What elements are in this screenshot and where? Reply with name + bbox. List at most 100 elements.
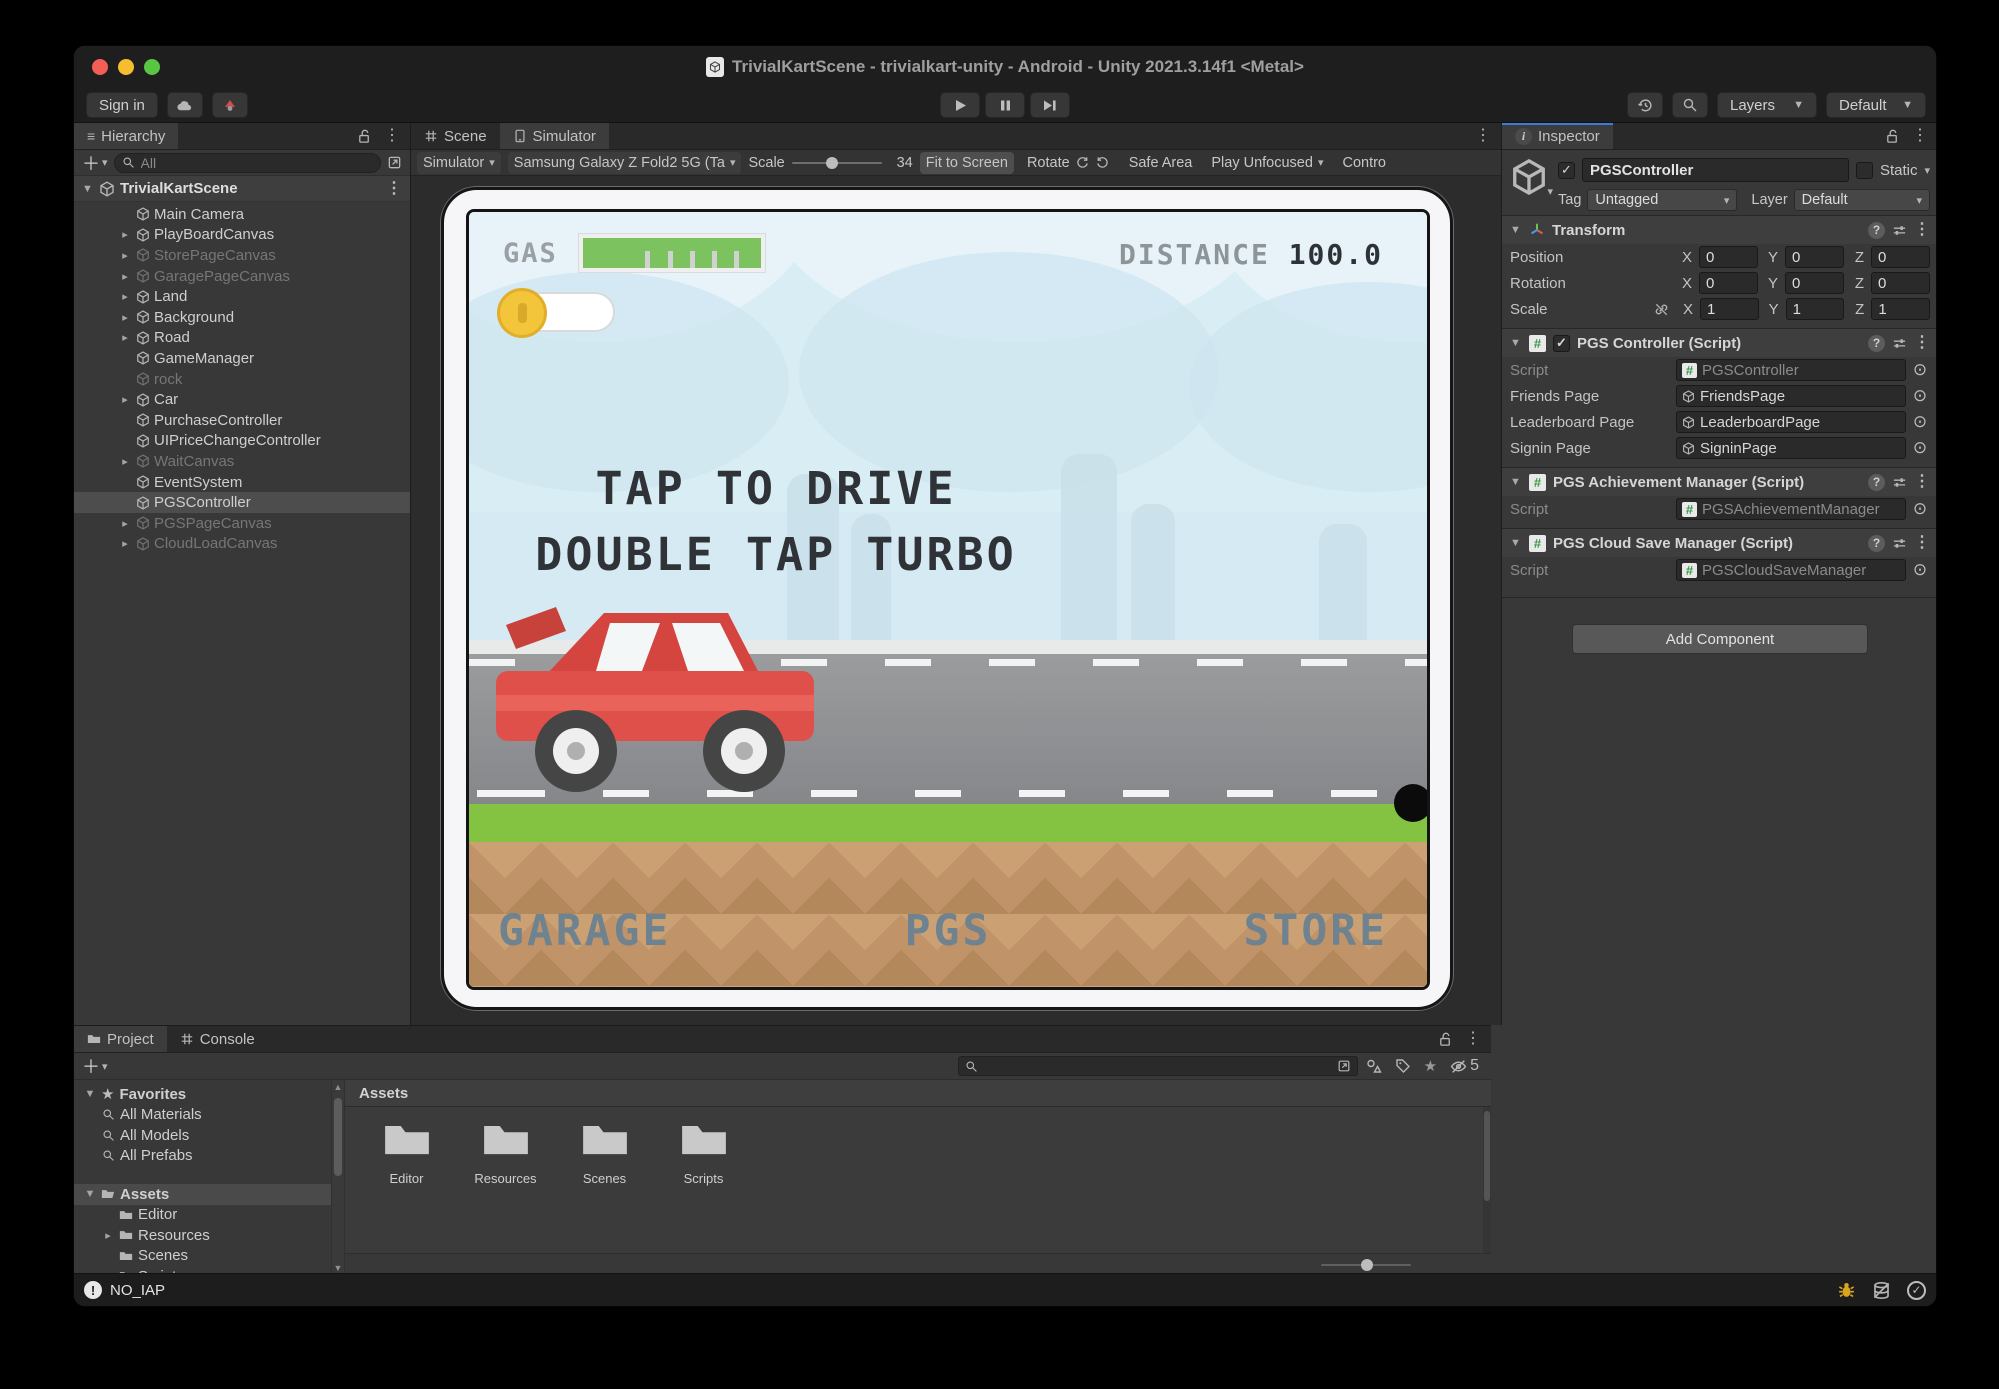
hierarchy-item[interactable]: ▸GameManager xyxy=(74,348,410,369)
tab-simulator[interactable]: Simulator xyxy=(500,123,609,149)
component-header[interactable]: ▼ # PGS Cloud Save Manager (Script) ? ⋮ xyxy=(1502,529,1937,557)
component-menu-icon[interactable]: ⋮ xyxy=(1914,535,1930,551)
project-tree-scrollbar[interactable]: ▲ ▼ xyxy=(331,1080,345,1275)
hierarchy-item[interactable]: ▸UIPriceChangeController xyxy=(74,431,410,452)
play-button[interactable] xyxy=(940,92,980,118)
folder-tile[interactable]: Scenes xyxy=(557,1115,652,1186)
add-component-button[interactable]: Add Component xyxy=(1572,624,1868,654)
hierarchy-item[interactable]: ▸Main Camera xyxy=(74,204,410,225)
foldout-icon[interactable]: ▼ xyxy=(1510,476,1522,488)
favorites-filter-icon[interactable]: ★ xyxy=(1424,1057,1437,1075)
search-window-icon[interactable] xyxy=(387,155,402,170)
panel-menu-icon[interactable]: ⋮ xyxy=(384,128,400,144)
expand-arrow-icon[interactable]: ▸ xyxy=(118,290,132,303)
favorites-item[interactable]: All Materials xyxy=(74,1105,331,1126)
signin-page-field[interactable]: SigninPage xyxy=(1676,437,1906,459)
rotation-x-field[interactable]: 0 xyxy=(1699,272,1758,294)
foldout-icon[interactable]: ▼ xyxy=(84,1188,96,1200)
lock-icon[interactable] xyxy=(357,129,372,144)
folder-tile[interactable]: Resources xyxy=(458,1115,553,1186)
position-z-field[interactable]: 0 xyxy=(1871,246,1930,268)
presets-icon[interactable] xyxy=(1892,475,1907,490)
constrain-proportions-icon[interactable] xyxy=(1654,302,1669,317)
expand-arrow-icon[interactable]: ▸ xyxy=(118,331,132,344)
transform-header[interactable]: ▼ Transform ? ⋮ xyxy=(1502,216,1937,244)
tab-console[interactable]: Console xyxy=(167,1026,268,1052)
foldout-icon[interactable]: ▼ xyxy=(84,1088,96,1100)
gameobject-name-field[interactable] xyxy=(1582,158,1849,182)
lock-icon[interactable] xyxy=(1885,129,1900,144)
tree-folder[interactable]: ▸Resources xyxy=(74,1225,331,1246)
expand-arrow-icon[interactable]: ▸ xyxy=(118,311,132,324)
rotate-left-icon[interactable] xyxy=(1075,155,1090,170)
expand-arrow-icon[interactable]: ▸ xyxy=(118,228,132,241)
assets-scrollbar[interactable] xyxy=(1483,1107,1491,1253)
coin-toggle[interactable] xyxy=(503,292,615,332)
panel-menu-icon[interactable]: ⋮ xyxy=(1465,1031,1481,1047)
hierarchy-item-selected[interactable]: ▸PGSController xyxy=(74,492,410,513)
hierarchy-item[interactable]: ▸CloudLoadCanvas xyxy=(74,534,410,555)
undo-history-button[interactable] xyxy=(1627,92,1663,118)
gameobject-big-icon[interactable]: ▾ xyxy=(1510,158,1550,198)
sign-in-button[interactable]: Sign in xyxy=(86,92,158,118)
script-field[interactable]: #PGSController xyxy=(1676,359,1906,381)
object-picker-icon[interactable]: ⊙ xyxy=(1910,360,1930,380)
scrollbar-thumb[interactable] xyxy=(334,1098,342,1176)
store-button[interactable]: STORE xyxy=(1244,906,1388,956)
type-filter-icon[interactable] xyxy=(1366,1058,1382,1074)
expand-arrow-icon[interactable]: ▸ xyxy=(102,1229,114,1242)
simulator-mode-dropdown[interactable]: Simulator▾ xyxy=(417,152,501,174)
scale-z-field[interactable]: 1 xyxy=(1871,298,1930,320)
hierarchy-item[interactable]: ▸rock xyxy=(74,369,410,390)
panel-menu-icon[interactable]: ⋮ xyxy=(1912,128,1928,144)
component-enabled-checkbox[interactable]: ✓ xyxy=(1553,335,1570,352)
safe-area-button[interactable]: Safe Area xyxy=(1123,152,1199,174)
presets-icon[interactable] xyxy=(1892,536,1907,551)
project-search-input[interactable] xyxy=(983,1057,1332,1075)
static-checkbox[interactable] xyxy=(1856,162,1873,179)
leaderboard-page-field[interactable]: LeaderboardPage xyxy=(1676,411,1906,433)
step-button[interactable] xyxy=(1030,92,1070,118)
create-gameobject-button[interactable]: ＋▾ xyxy=(82,150,108,176)
hierarchy-item[interactable]: ▸PGSPageCanvas xyxy=(74,513,410,534)
script-field[interactable]: #PGSCloudSaveManager xyxy=(1676,559,1906,581)
rotation-z-field[interactable]: 0 xyxy=(1871,272,1930,294)
object-picker-icon[interactable]: ⊙ xyxy=(1910,499,1930,519)
hierarchy-item[interactable]: ▸PurchaseController xyxy=(74,410,410,431)
rotate-right-icon[interactable] xyxy=(1095,155,1110,170)
search-window-icon[interactable] xyxy=(1337,1059,1351,1073)
search-everywhere-button[interactable] xyxy=(1672,92,1708,118)
help-icon[interactable]: ? xyxy=(1868,335,1885,352)
hidden-items-toggle[interactable]: 5 xyxy=(1450,1057,1479,1075)
foldout-icon[interactable]: ▼ xyxy=(1510,537,1522,549)
layout-dropdown[interactable]: Default▼ xyxy=(1826,92,1926,118)
hierarchy-item[interactable]: ▸Road xyxy=(74,328,410,349)
version-control-button[interactable] xyxy=(212,92,248,118)
tree-folder[interactable]: ▸Editor xyxy=(74,1205,331,1226)
cache-server-icon[interactable] xyxy=(1872,1281,1891,1300)
hierarchy-item[interactable]: ▸StorePageCanvas xyxy=(74,245,410,266)
scene-menu-icon[interactable]: ⋮ xyxy=(386,181,402,197)
presets-icon[interactable] xyxy=(1892,336,1907,351)
component-menu-icon[interactable]: ⋮ xyxy=(1914,474,1930,490)
position-x-field[interactable]: 0 xyxy=(1699,246,1758,268)
hierarchy-item[interactable]: ▸EventSystem xyxy=(74,472,410,493)
expand-arrow-icon[interactable]: ▸ xyxy=(118,517,132,530)
cloud-services-button[interactable] xyxy=(167,92,203,118)
presets-icon[interactable] xyxy=(1892,223,1907,238)
object-picker-icon[interactable]: ⊙ xyxy=(1910,438,1930,458)
tab-inspector[interactable]: i Inspector xyxy=(1502,123,1613,149)
expand-arrow-icon[interactable]: ▸ xyxy=(118,455,132,468)
tab-hierarchy[interactable]: ≡ Hierarchy xyxy=(74,123,178,149)
expand-arrow-icon[interactable]: ▸ xyxy=(118,537,132,550)
hierarchy-item[interactable]: ▸Car xyxy=(74,389,410,410)
hierarchy-item[interactable]: ▸Background xyxy=(74,307,410,328)
expand-arrow-icon[interactable]: ▸ xyxy=(118,249,132,262)
expand-arrow-icon[interactable]: ▸ xyxy=(118,270,132,283)
script-field[interactable]: #PGSAchievementManager xyxy=(1676,498,1906,520)
object-picker-icon[interactable]: ⊙ xyxy=(1910,412,1930,432)
hierarchy-item[interactable]: ▸GaragePageCanvas xyxy=(74,266,410,287)
status-message[interactable]: NO_IAP xyxy=(110,1282,165,1299)
hierarchy-item[interactable]: ▸PlayBoardCanvas xyxy=(74,225,410,246)
tag-dropdown[interactable]: Untagged▾ xyxy=(1587,189,1737,211)
